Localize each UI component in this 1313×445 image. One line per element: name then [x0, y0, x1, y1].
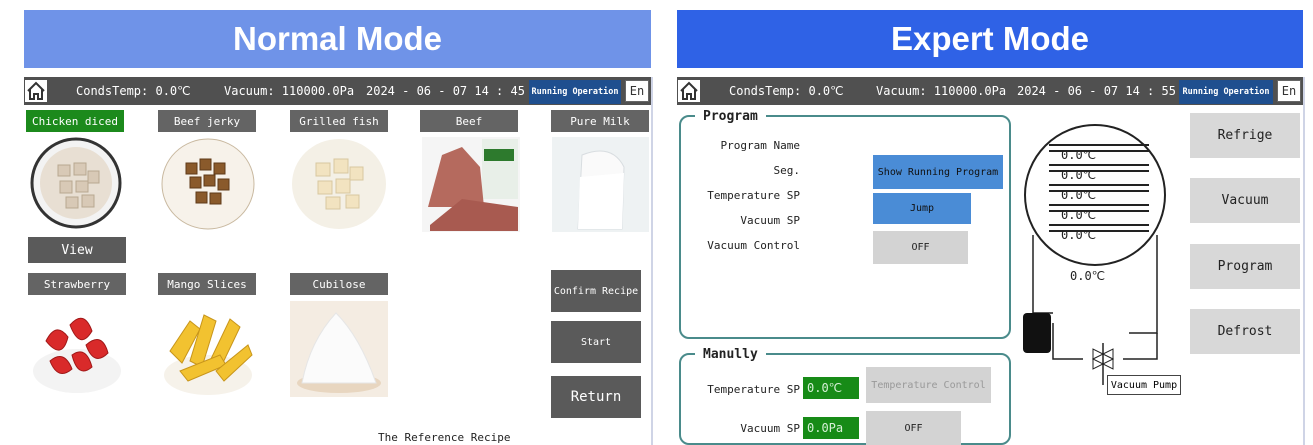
vacuum-button[interactable]: Vacuum	[1190, 178, 1300, 223]
chicken-diced-image[interactable]	[30, 137, 122, 229]
recipe-strawberry[interactable]: Strawberry	[28, 273, 126, 295]
shelf-temp-2: 0.0℃	[1061, 168, 1097, 182]
temperature-sp-label: Temperature SP	[707, 189, 800, 202]
beef-jerky-image[interactable]	[160, 137, 256, 231]
manual-group-title: Manully	[695, 347, 766, 362]
show-running-program-button[interactable]: Show Running Program	[873, 155, 1003, 189]
jump-button[interactable]: Jump	[873, 193, 971, 224]
segment-label: Seg.	[773, 164, 801, 177]
recipe-grilled-fish[interactable]: Grilled fish	[290, 110, 388, 132]
reference-recipe-caption: The Reference Recipe	[378, 431, 511, 444]
vacuum-sp-label: Vacuum SP	[740, 214, 800, 227]
language-button[interactable]: En	[625, 80, 649, 102]
refrige-button[interactable]: Refrige	[1190, 113, 1300, 158]
expert-mode-banner: Expert Mode	[677, 10, 1303, 68]
manual-vacuum-sp-value[interactable]: 0.0Pa	[803, 417, 859, 439]
temperature-control-button[interactable]: Temperature Control	[866, 367, 991, 403]
conds-temp-readout: CondsTemp: 0.0℃	[729, 84, 844, 98]
vacuum-readout: Vacuum: 110000.0Pa	[224, 84, 355, 98]
recipe-mango-slices[interactable]: Mango Slices	[158, 273, 256, 295]
running-operation-badge: Running Operation	[1179, 80, 1273, 104]
confirm-recipe-button[interactable]: Confirm Recipe	[551, 270, 641, 312]
normal-mode-banner: Normal Mode	[24, 10, 651, 68]
normal-mode-screen: CondsTemp: 0.0℃ Vacuum: 110000.0Pa 2024 …	[24, 77, 653, 445]
manual-temperature-sp-label: Temperature SP	[707, 383, 800, 396]
manual-vacuum-off-button[interactable]: OFF	[866, 411, 961, 445]
pure-milk-image[interactable]	[552, 137, 649, 232]
recipe-chicken-diced[interactable]: Chicken diced	[26, 110, 124, 132]
return-button[interactable]: Return	[551, 376, 641, 418]
mango-slices-image[interactable]	[160, 301, 256, 397]
normal-mode-panel: Normal Mode CondsTemp: 0.0℃ Vacuum: 1100…	[0, 0, 655, 445]
expert-topbar: CondsTemp: 0.0℃ Vacuum: 110000.0Pa 2024 …	[677, 77, 1303, 105]
view-button[interactable]: View	[28, 237, 126, 263]
running-operation-badge: Running Operation	[529, 80, 621, 104]
expert-mode-screen: CondsTemp: 0.0℃ Vacuum: 110000.0Pa 2024 …	[677, 77, 1305, 445]
defrost-button[interactable]: Defrost	[1190, 309, 1300, 354]
grilled-fish-image[interactable]	[290, 137, 388, 231]
vacuum-readout: Vacuum: 110000.0Pa	[876, 84, 1007, 98]
manual-temperature-sp-value[interactable]: 0.0℃	[803, 377, 859, 399]
recipe-pure-milk[interactable]: Pure Milk	[551, 110, 649, 132]
strawberry-image[interactable]	[28, 301, 126, 397]
language-button[interactable]: En	[1277, 80, 1301, 102]
start-button[interactable]: Start	[551, 321, 641, 363]
shelf-temp-1: 0.0℃	[1061, 148, 1097, 162]
manual-vacuum-sp-label: Vacuum SP	[740, 422, 800, 435]
vacuum-control-label: Vacuum Control	[707, 239, 800, 252]
shelf-temp-5: 0.0℃	[1061, 228, 1097, 242]
expert-mode-panel: Expert Mode CondsTemp: 0.0℃ Vacuum: 1100…	[668, 0, 1313, 445]
chamber-temp: 0.0℃	[1070, 269, 1106, 283]
vacuum-control-off-button[interactable]: OFF	[873, 231, 968, 264]
recipe-beef[interactable]: Beef	[420, 110, 518, 132]
shelf-temp-3: 0.0℃	[1061, 188, 1097, 202]
home-icon[interactable]	[678, 80, 700, 102]
beef-image[interactable]	[422, 137, 520, 232]
home-icon[interactable]	[25, 80, 47, 102]
program-button[interactable]: Program	[1190, 244, 1300, 289]
cubilose-image[interactable]	[290, 301, 388, 397]
normal-topbar: CondsTemp: 0.0℃ Vacuum: 110000.0Pa 2024 …	[24, 77, 651, 105]
program-name-label: Program Name	[720, 139, 800, 152]
conds-temp-readout: CondsTemp: 0.0℃	[76, 84, 191, 98]
recipe-cubilose[interactable]: Cubilose	[290, 273, 388, 295]
vacuum-pump-label[interactable]: Vacuum Pump	[1107, 375, 1181, 395]
program-group-title: Program	[695, 109, 766, 124]
shelf-temp-4: 0.0℃	[1061, 208, 1097, 222]
recipe-beef-jerky[interactable]: Beef jerky	[158, 110, 256, 132]
